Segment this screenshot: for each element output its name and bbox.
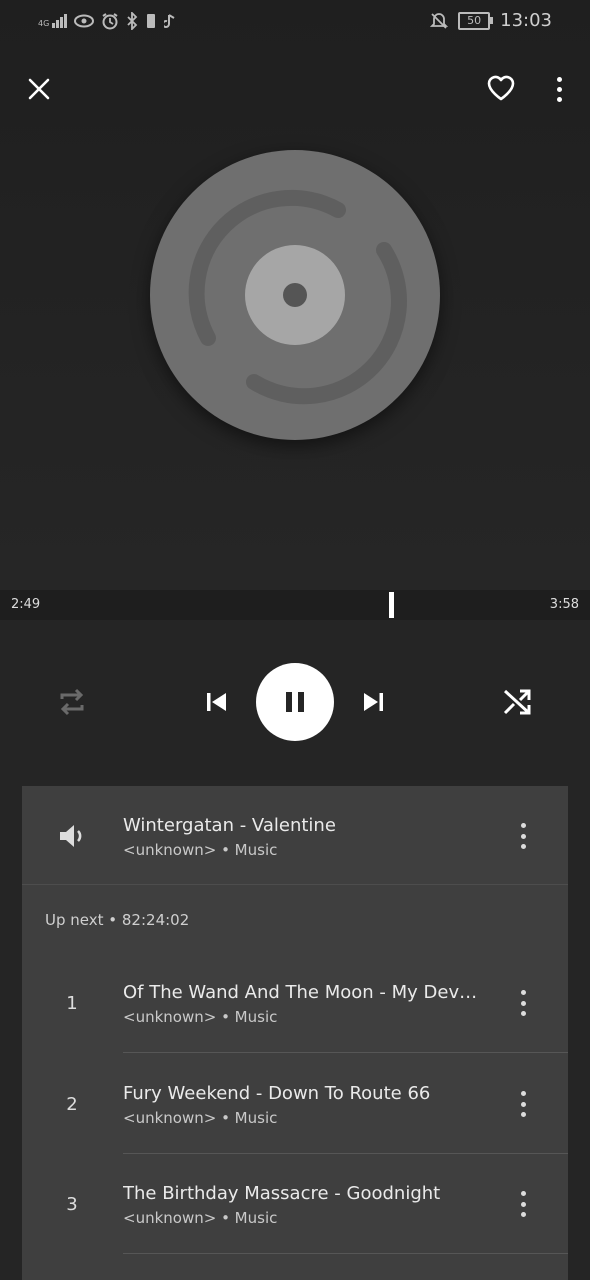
shuffle-icon <box>503 689 531 715</box>
queue-item[interactable]: 1 Of The Wand And The Moon - My Devot… <… <box>22 953 568 1053</box>
playback-controls <box>0 660 590 744</box>
now-playing-more-button[interactable] <box>517 823 529 849</box>
repeat-icon <box>60 688 84 716</box>
status-time: 13:03 <box>500 10 552 31</box>
next-button[interactable] <box>353 682 393 722</box>
notification-icon <box>164 14 175 28</box>
pause-button[interactable] <box>256 663 334 741</box>
more-vert-icon <box>556 77 562 102</box>
close-button[interactable] <box>22 72 56 106</box>
queue-item-number: 2 <box>66 1094 78 1115</box>
queue-item-number: 3 <box>66 1194 78 1215</box>
queue-item[interactable]: 2 Fury Weekend - Down To Route 66 <unkno… <box>22 1054 568 1154</box>
queue-panel: Wintergatan - Valentine <unknown> • Musi… <box>22 786 568 1280</box>
shuffle-button[interactable] <box>497 682 537 722</box>
previous-button[interactable] <box>197 682 237 722</box>
music-disc-icon <box>188 189 407 405</box>
status-icons-right: 50 13:03 <box>430 10 552 31</box>
battery-indicator: 50 <box>458 11 494 30</box>
bell-off-icon <box>430 12 449 29</box>
pause-icon <box>286 692 304 712</box>
seek-thumb[interactable] <box>389 592 394 618</box>
queue-item-subtitle: <unknown> • Music <box>123 1008 278 1026</box>
favorite-button[interactable] <box>483 70 519 106</box>
repeat-button[interactable] <box>52 682 92 722</box>
divider <box>123 1052 568 1053</box>
volume-icon <box>60 825 82 847</box>
close-icon <box>28 78 50 100</box>
eye-icon <box>74 14 95 28</box>
signal-icon: 4G <box>38 14 68 28</box>
queue-item-subtitle: <unknown> • Music <box>123 1209 278 1227</box>
queue-item-more-button[interactable] <box>517 990 529 1016</box>
skip-previous-icon <box>207 693 226 711</box>
now-playing-subtitle: <unknown> • Music <box>123 841 278 859</box>
queue-item-title: Fury Weekend - Down To Route 66 <box>123 1083 431 1104</box>
queue-item[interactable]: 3 The Birthday Massacre - Goodnight <unk… <box>22 1154 568 1254</box>
queue-item-more-button[interactable] <box>517 1091 529 1117</box>
elapsed-time: 2:49 <box>11 597 41 612</box>
network-type: 4G <box>38 19 50 28</box>
vibrate-icon <box>147 14 156 28</box>
heart-icon <box>487 75 515 101</box>
queue-item-more-button[interactable] <box>517 1191 529 1217</box>
queue-item-title: Of The Wand And The Moon - My Devot… <box>123 982 483 1003</box>
divider <box>123 1253 568 1254</box>
now-playing-row[interactable]: Wintergatan - Valentine <unknown> • Musi… <box>22 786 568 885</box>
album-art <box>150 150 440 440</box>
queue-item-subtitle: <unknown> • Music <box>123 1109 278 1127</box>
total-duration: 3:58 <box>549 597 579 612</box>
bluetooth-icon <box>127 12 138 30</box>
now-playing-title: Wintergatan - Valentine <box>123 815 336 836</box>
alarm-icon <box>102 13 118 30</box>
status-icons-left: 4G <box>38 12 176 30</box>
up-next-header: Up next • 82:24:02 <box>45 911 190 929</box>
queue-item-number: 1 <box>66 993 78 1014</box>
status-bar: 4G 50 13:03 <box>0 0 590 50</box>
queue-item-title: The Birthday Massacre - Goodnight <box>123 1183 441 1204</box>
skip-next-icon <box>364 693 383 711</box>
seek-bar[interactable]: 2:49 3:58 <box>0 590 590 620</box>
battery-level: 50 <box>467 14 482 27</box>
more-options-button[interactable] <box>546 72 572 106</box>
